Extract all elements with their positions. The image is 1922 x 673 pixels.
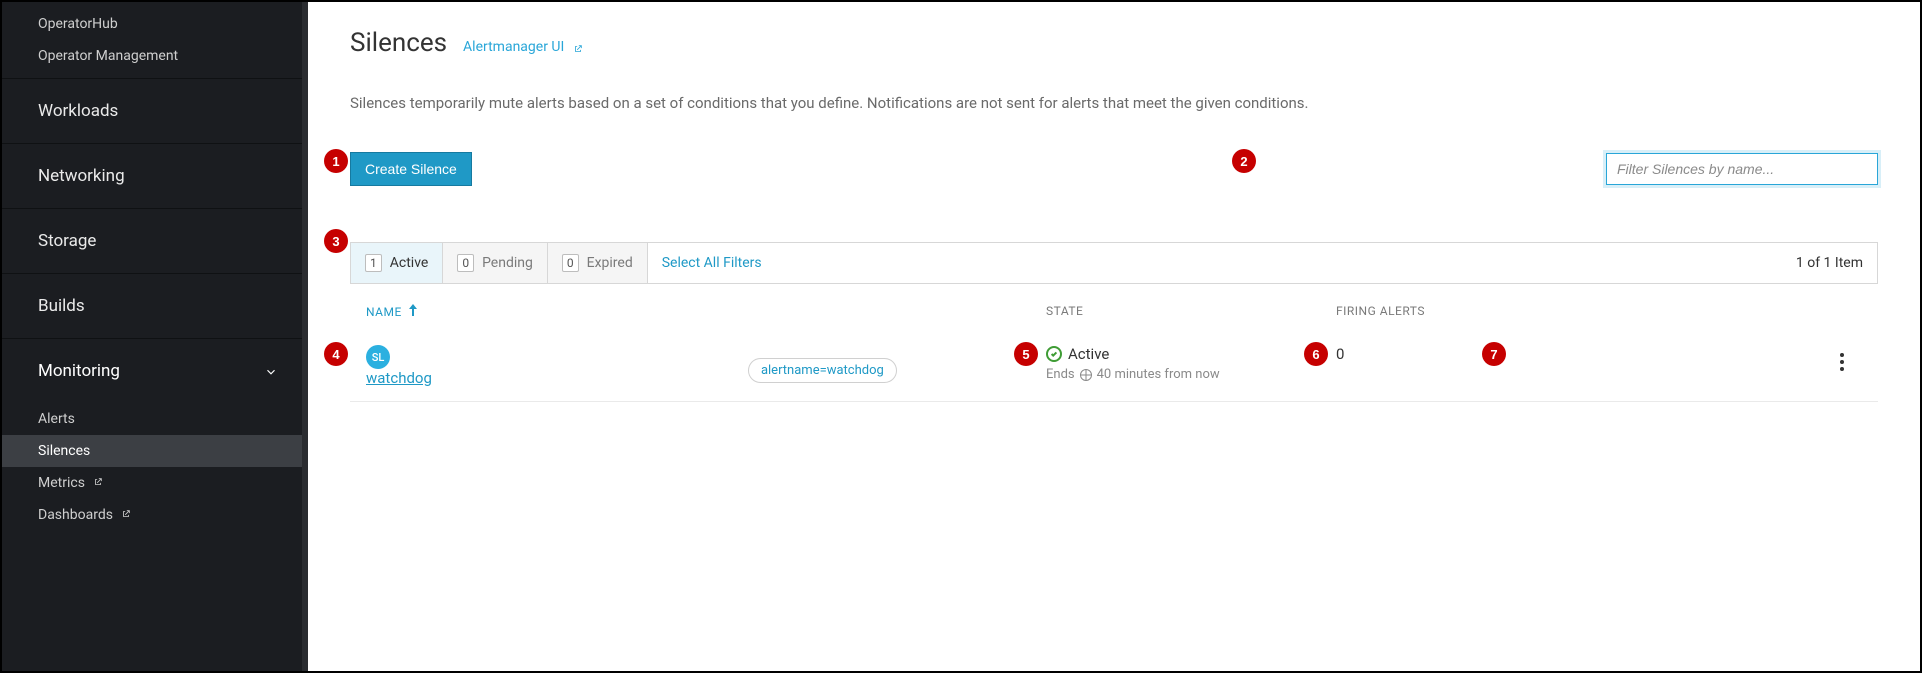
sidebar-item-label: Dashboards — [38, 507, 113, 523]
annotation-badge: 5 — [1014, 342, 1038, 366]
silence-name-link[interactable]: watchdog — [366, 369, 432, 387]
filter-segment-expired[interactable]: 0 Expired — [548, 243, 648, 283]
page-description: Silences temporarily mute alerts based o… — [350, 94, 1878, 112]
column-header-name[interactable]: NAME — [366, 304, 1046, 319]
annotation-badge: 6 — [1304, 342, 1328, 366]
sidebar-item-metrics[interactable]: Metrics — [2, 467, 308, 499]
filter-count: 1 — [365, 254, 382, 272]
filter-bar: 1 Active 0 Pending 0 Expired Select All … — [350, 242, 1878, 284]
alertmanager-ui-link[interactable]: Alertmanager UI — [463, 39, 583, 55]
main-content: Silences Alertmanager UI Silences tempor… — [308, 2, 1920, 671]
annotation-badge: 1 — [324, 149, 348, 173]
filter-label: Active — [390, 255, 429, 271]
globe-icon — [1080, 369, 1092, 381]
chevron-down-icon — [264, 364, 278, 378]
column-header-firing[interactable]: FIRING ALERTS — [1336, 304, 1506, 319]
filter-count: 0 — [457, 254, 474, 272]
page-title: Silences — [350, 28, 447, 58]
sidebar-item-operatorhub[interactable]: OperatorHub — [2, 8, 308, 40]
table-row: SL watchdog alertname=watchdog Active — [350, 331, 1878, 402]
create-silence-button[interactable]: Create Silence — [350, 152, 472, 186]
external-link-icon — [93, 475, 103, 485]
firing-alerts-count: 0 — [1336, 345, 1344, 363]
check-circle-icon — [1046, 346, 1062, 362]
filter-label: Expired — [587, 255, 633, 271]
annotation-badge: 7 — [1482, 342, 1506, 366]
item-count-summary: 1 of 1 Item — [1782, 243, 1877, 283]
sort-asc-icon — [408, 304, 418, 319]
sidebar-section-monitoring[interactable]: Monitoring — [2, 338, 308, 403]
ends-time: 40 minutes from now — [1097, 367, 1220, 382]
filter-count: 0 — [562, 254, 579, 272]
table-header: NAME STATE FIRING ALERTS — [350, 284, 1878, 331]
sidebar-section-label: Builds — [38, 296, 85, 316]
filter-label: Pending — [482, 255, 533, 271]
select-all-filters[interactable]: Select All Filters — [648, 243, 776, 283]
annotation-badge: 3 — [324, 229, 348, 253]
sidebar-section-label: Storage — [38, 231, 96, 251]
sidebar-section-label: Monitoring — [38, 361, 120, 381]
sidebar-item-dashboards[interactable]: Dashboards — [2, 499, 308, 531]
sidebar-item-label: Metrics — [38, 475, 85, 491]
filter-segment-pending[interactable]: 0 Pending — [443, 243, 548, 283]
column-header-state[interactable]: STATE — [1046, 304, 1336, 319]
sidebar-section-workloads[interactable]: Workloads — [2, 78, 308, 143]
external-link-icon — [573, 42, 583, 52]
filter-segment-active[interactable]: 1 Active — [351, 243, 443, 283]
filter-input[interactable] — [1606, 153, 1878, 185]
sidebar-section-label: Networking — [38, 166, 125, 186]
sidebar-section-networking[interactable]: Networking — [2, 143, 308, 208]
column-label: NAME — [366, 305, 402, 319]
annotation-badge: 4 — [324, 342, 348, 366]
sidebar-section-storage[interactable]: Storage — [2, 208, 308, 273]
sidebar-item-alerts[interactable]: Alerts — [2, 403, 308, 435]
sidebar-section-label: Workloads — [38, 101, 118, 121]
state-label: Active — [1068, 345, 1109, 363]
sidebar-item-operator-management[interactable]: Operator Management — [2, 40, 308, 72]
sidebar-section-builds[interactable]: Builds — [2, 273, 308, 338]
row-actions-kebab[interactable] — [1832, 350, 1852, 374]
annotation-badge: 2 — [1232, 149, 1256, 173]
ends-prefix: Ends — [1046, 367, 1075, 382]
external-link-icon — [121, 507, 131, 517]
matcher-pill[interactable]: alertname=watchdog — [748, 358, 897, 383]
sidebar-item-silences[interactable]: Silences — [2, 435, 308, 467]
silence-badge-icon: SL — [366, 345, 390, 369]
sidebar: OperatorHub Operator Management Workload… — [2, 2, 308, 671]
link-label: Alertmanager UI — [463, 39, 564, 55]
